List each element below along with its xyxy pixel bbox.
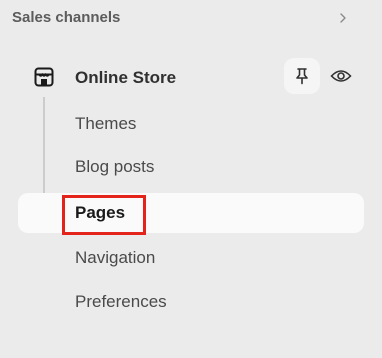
online-store-label: Online Store — [75, 68, 177, 87]
sub-item-label: Themes — [75, 114, 137, 133]
view-button[interactable] — [323, 58, 359, 94]
pin-icon — [296, 68, 308, 85]
sub-item-themes[interactable]: Themes — [18, 104, 364, 144]
eye-icon — [330, 70, 352, 82]
nav-item-online-store[interactable]: Online Store — [18, 57, 364, 97]
sub-item-label: Navigation — [75, 248, 156, 267]
sub-item-label: Blog posts — [75, 157, 155, 176]
sub-item-label: Preferences — [75, 292, 167, 311]
pin-button[interactable] — [284, 58, 320, 94]
sub-item-preferences[interactable]: Preferences — [18, 282, 364, 322]
highlight-annotation — [62, 195, 146, 235]
sub-item-navigation[interactable]: Navigation — [18, 238, 364, 278]
sub-item-blog-posts[interactable]: Blog posts — [18, 147, 364, 187]
store-icon — [34, 67, 54, 87]
